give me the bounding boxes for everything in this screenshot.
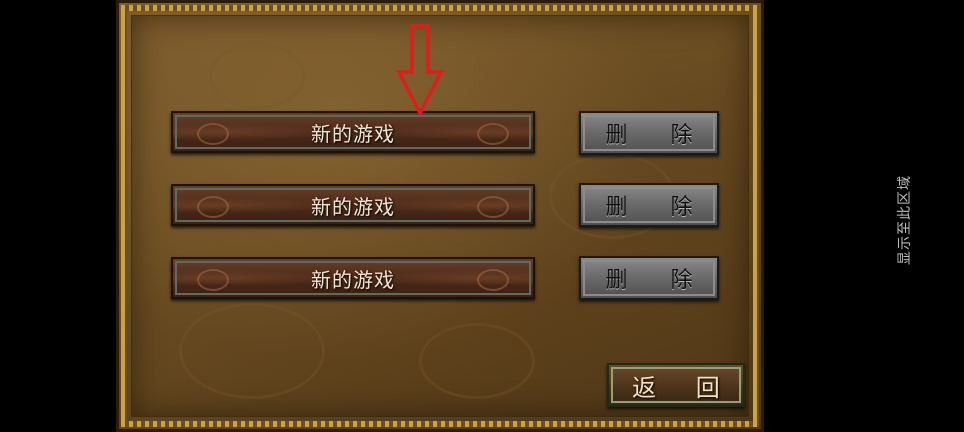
delete-slot-3-button[interactable]: 删 除 xyxy=(579,256,719,300)
delete-slot-3-label: 删 除 xyxy=(605,268,711,293)
down-arrow-icon xyxy=(396,24,444,116)
background-swirl xyxy=(419,323,535,399)
slot-ornament xyxy=(197,196,229,218)
slot-ornament xyxy=(477,269,509,291)
display-area-hint: 显示至此区域 xyxy=(880,160,928,280)
slot-ornament xyxy=(477,123,509,145)
slot-3-label: 新的游戏 xyxy=(311,267,395,292)
slot-ornament xyxy=(477,196,509,218)
new-game-slot-1-button[interactable]: 新的游戏 xyxy=(171,111,535,153)
back-button[interactable]: 返 回 xyxy=(607,363,745,407)
delete-slot-1-button[interactable]: 删 除 xyxy=(579,111,719,155)
game-screen: 新的游戏 删 除 新的游戏 删 除 新的游戏 删 除 返 回 显示至此区域 xyxy=(0,0,964,432)
background-swirl xyxy=(179,303,325,399)
slot-1-label: 新的游戏 xyxy=(311,121,395,146)
slot-ornament xyxy=(197,269,229,291)
display-area-hint-text: 显示至此区域 xyxy=(897,175,913,265)
background-swirl xyxy=(209,43,305,109)
new-game-slot-2-button[interactable]: 新的游戏 xyxy=(171,184,535,226)
delete-slot-1-label: 删 除 xyxy=(605,123,711,148)
delete-slot-2-button[interactable]: 删 除 xyxy=(579,183,719,227)
new-game-slot-3-button[interactable]: 新的游戏 xyxy=(171,257,535,299)
slot-ornament xyxy=(197,123,229,145)
back-button-label: 返 回 xyxy=(632,373,736,402)
slot-2-label: 新的游戏 xyxy=(311,194,395,219)
delete-slot-2-label: 删 除 xyxy=(605,195,711,220)
